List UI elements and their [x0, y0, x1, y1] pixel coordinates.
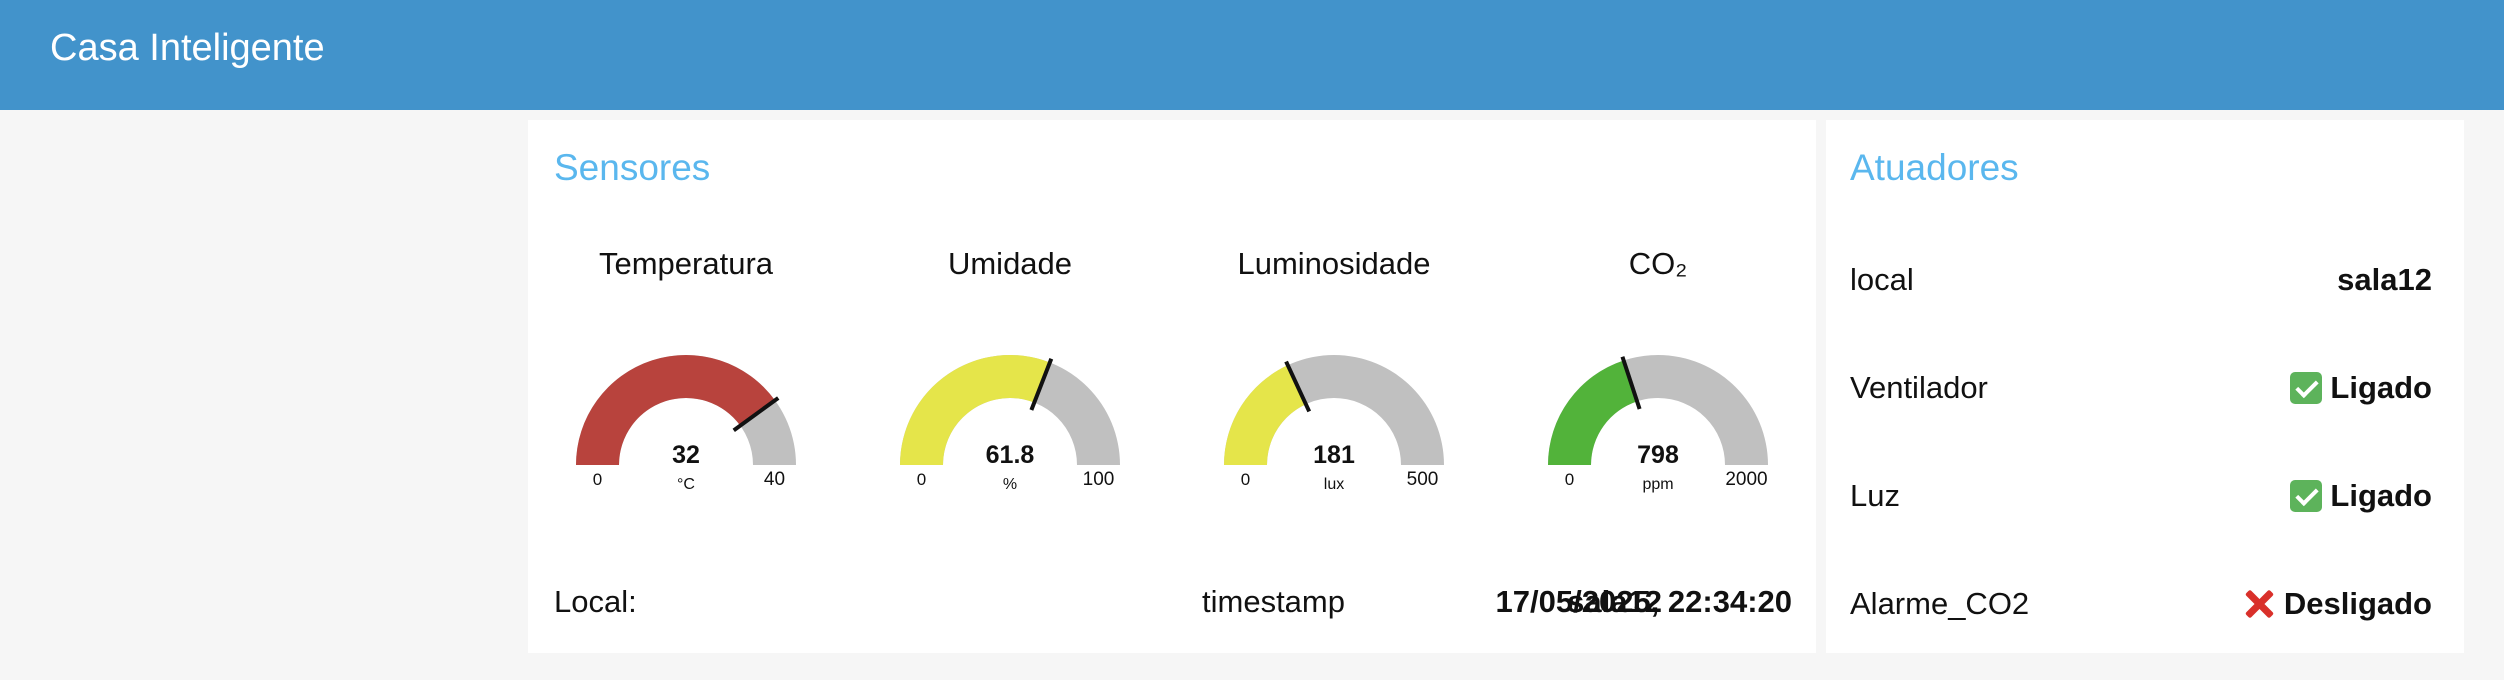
gauge-umidade: Umidade 61.8% 0 100	[870, 230, 1150, 530]
gauge-max: 40	[764, 469, 785, 490]
cross-icon	[2242, 587, 2276, 621]
gauge-max: 2000	[1725, 469, 1767, 490]
actuator-value: Ligado	[2290, 368, 2432, 408]
gauge-min: 0	[1241, 470, 1250, 489]
actuator-value: sala12	[2337, 260, 2432, 300]
actuators-title: Atuadores	[1850, 147, 2019, 188]
actuator-value: Ligado	[2290, 476, 2432, 516]
actuator-value-text: Ligado	[2330, 478, 2432, 513]
gauge-unit: %	[1003, 476, 1017, 493]
timestamp-label: timestamp	[1202, 584, 1345, 619]
actuator-label: Ventilador	[1850, 370, 1988, 405]
actuator-label: Alarme_CO2	[1850, 586, 2030, 621]
sensors-panel: Sensores Temperatura 32 °C 0 40 Umidade 61.…	[528, 120, 1816, 653]
actuator-value-text: Ligado	[2330, 370, 2432, 405]
gauge-svg: 798 ppm 0 2000	[1548, 355, 1768, 493]
gauge-min: 0	[1565, 470, 1574, 489]
gauge-min: 0	[593, 470, 602, 489]
actuator-row-local: local sala12	[1850, 256, 2432, 304]
gauge-value: 32	[672, 441, 700, 469]
gauge-co2: CO₂ 798 ppm 0 2000	[1518, 230, 1798, 530]
gauge-unit: ppm	[1642, 476, 1673, 493]
gauge-fill	[1548, 360, 1638, 465]
gauge-value: 181	[1313, 441, 1355, 469]
local-label: Local:	[554, 584, 637, 619]
actuator-value: Desligado	[2242, 584, 2432, 624]
gauge-unit: lux	[1324, 476, 1344, 493]
timestamp-value: 17/05/2025, 22:34:20	[1495, 584, 1792, 619]
gauge-svg: 181 lux 0 500	[1224, 355, 1444, 493]
actuator-row-luz: Luz Ligado	[1850, 472, 2432, 520]
gauge-temperatura: Temperatura 32 °C 0 40	[546, 230, 826, 530]
actuator-label: Luz	[1850, 478, 1900, 513]
actuators-panel: Atuadores local sala12 Ventilador Ligado…	[1826, 120, 2464, 653]
sensors-title: Sensores	[554, 147, 711, 188]
actuator-value-text: Desligado	[2283, 586, 2432, 621]
gauge-min: 0	[917, 470, 926, 489]
gauge-luminosidade: Luminosidade 181 lux 0 500	[1194, 230, 1474, 530]
gauge-svg: 32 °C 0 40	[576, 355, 796, 493]
app-header: Casa Inteligente	[0, 0, 2504, 110]
check-icon	[2290, 480, 2323, 512]
gauge-value: 61.8	[986, 441, 1035, 469]
actuator-row-ventilador: Ventilador Ligado	[1850, 364, 2432, 412]
gauge-svg: 61.8% 0 100	[900, 355, 1120, 493]
gauge-value: 798	[1637, 441, 1679, 469]
gauge-max: 500	[1407, 469, 1439, 490]
check-icon	[2290, 372, 2323, 404]
gauge-max: 100	[1083, 469, 1115, 490]
actuator-label: local	[1850, 262, 1914, 297]
gauge-unit: °C	[677, 476, 695, 493]
app-title: Casa Inteligente	[50, 27, 325, 69]
actuator-row-alarme-co2: Alarme_CO2 Desligado	[1850, 580, 2432, 628]
actuator-value-text: sala12	[2337, 262, 2432, 297]
